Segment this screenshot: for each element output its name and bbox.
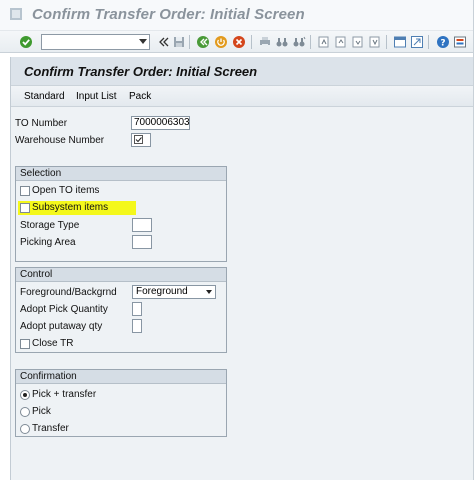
close-tr-checkbox[interactable] — [20, 339, 30, 349]
first-page-icon[interactable] — [316, 34, 331, 49]
print-icon[interactable] — [257, 34, 272, 49]
pick-label: Pick — [32, 406, 51, 417]
exit-icon[interactable] — [213, 34, 228, 49]
adopt-pick-quantity-field[interactable] — [132, 302, 142, 316]
window-title-bar: Confirm Transfer Order: Initial Screen — [0, 0, 474, 31]
pick-transfer-label: Pick + transfer — [32, 389, 97, 400]
command-field[interactable] — [41, 34, 150, 50]
save-icon[interactable] — [171, 34, 186, 49]
adopt-putaway-qty-label: Adopt putaway qty — [20, 321, 103, 332]
chevron-down-icon[interactable] — [139, 39, 147, 44]
next-page-icon[interactable] — [350, 34, 365, 49]
svg-text:?: ? — [440, 38, 445, 48]
transfer-label: Transfer — [32, 423, 69, 434]
input-list-button[interactable]: Input List — [76, 91, 117, 102]
screen-title-bar: Confirm Transfer Order: Initial Screen — [11, 57, 474, 85]
to-number-field[interactable]: 7000006303 — [131, 116, 190, 130]
main-content: Confirm Transfer Order: Initial Screen S… — [10, 57, 474, 480]
foreground-background-value: Foreground — [136, 286, 188, 297]
shortcut-icon[interactable] — [409, 34, 424, 49]
foreground-background-select[interactable]: Foreground — [132, 285, 216, 299]
standard-toolbar: ? — [0, 31, 474, 53]
toolbar-separator — [310, 35, 311, 49]
last-page-icon[interactable] — [367, 34, 382, 49]
sap-logo-icon — [9, 7, 23, 21]
storage-type-label: Storage Type — [20, 220, 80, 231]
window-title: Confirm Transfer Order: Initial Screen — [32, 6, 305, 23]
open-to-items-label: Open TO items — [32, 185, 100, 196]
enter-icon[interactable] — [18, 34, 33, 49]
form-area: TO Number 7000006303 Warehouse Number Se… — [11, 107, 474, 480]
warehouse-number-label: Warehouse Number — [15, 135, 105, 146]
customize-layout-icon[interactable] — [452, 34, 467, 49]
adopt-pick-quantity-label: Adopt Pick Quantity — [20, 304, 108, 315]
foreground-background-label: Foreground/Backgrnd — [20, 287, 117, 298]
toolbar-separator — [428, 35, 429, 49]
create-session-icon[interactable] — [392, 34, 407, 49]
subsystem-items-checkbox[interactable] — [20, 203, 30, 213]
confirmation-group: Confirmation Pick + transfer Pick Transf… — [15, 369, 227, 437]
pick-transfer-radio[interactable] — [20, 390, 30, 400]
storage-type-field[interactable] — [132, 218, 152, 232]
pick-radio[interactable] — [20, 407, 30, 417]
required-entry-icon — [134, 135, 143, 144]
picking-area-label: Picking Area — [20, 237, 76, 248]
pack-button[interactable]: Pack — [129, 91, 151, 102]
collapse-icon[interactable] — [155, 34, 170, 49]
screen-title: Confirm Transfer Order: Initial Screen — [24, 64, 258, 79]
open-to-items-checkbox[interactable] — [20, 186, 30, 196]
toolbar-separator — [251, 35, 252, 49]
help-icon[interactable]: ? — [435, 34, 450, 49]
confirmation-group-title: Confirmation — [16, 370, 226, 384]
subsystem-items-label: Subsystem items — [32, 202, 109, 213]
cancel-icon[interactable] — [231, 34, 246, 49]
control-group: Control Foreground/Backgrnd Foreground A… — [15, 267, 227, 353]
back-icon[interactable] — [195, 34, 210, 49]
selection-group: Selection Open TO items Subsystem items … — [15, 166, 227, 262]
application-toolbar: Standard Input List Pack — [11, 85, 474, 107]
toolbar-separator — [189, 35, 190, 49]
toolbar-separator — [386, 35, 387, 49]
find-icon[interactable] — [274, 34, 289, 49]
chevron-down-icon[interactable] — [206, 290, 212, 294]
picking-area-field[interactable] — [132, 235, 152, 249]
previous-page-icon[interactable] — [333, 34, 348, 49]
adopt-putaway-qty-field[interactable] — [132, 319, 142, 333]
find-next-icon[interactable] — [291, 34, 306, 49]
control-group-title: Control — [16, 268, 226, 282]
standard-button[interactable]: Standard — [24, 91, 65, 102]
warehouse-number-field[interactable] — [131, 133, 151, 147]
selection-group-title: Selection — [16, 167, 226, 181]
close-tr-label: Close TR — [32, 338, 74, 349]
transfer-radio[interactable] — [20, 424, 30, 434]
to-number-label: TO Number — [15, 118, 68, 129]
